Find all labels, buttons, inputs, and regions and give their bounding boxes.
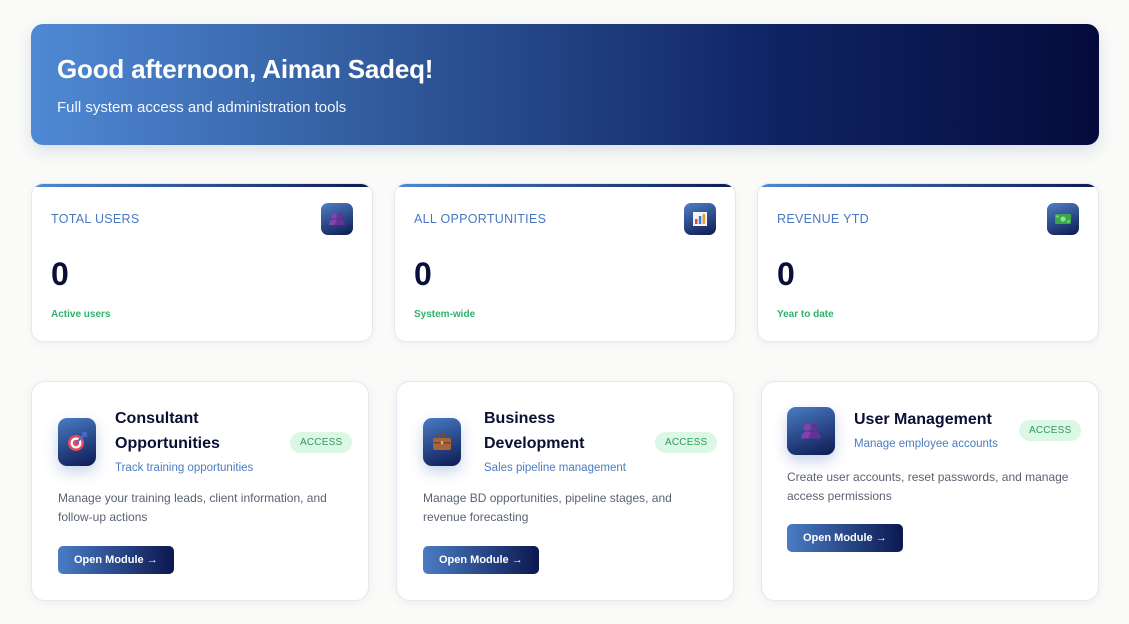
module-card-user-management: User Management ACCESS Manage employee a… — [761, 381, 1099, 601]
module-card-business-development: Business Development ACCESS Sales pipeli… — [396, 381, 734, 601]
briefcase-icon — [423, 418, 461, 466]
users-icon — [321, 203, 353, 235]
stat-value: 0 — [51, 256, 69, 292]
module-description-line: Manage BD opportunities, pipeline stages… — [423, 491, 672, 505]
stat-card-total-users: TOTAL USERS 0 Active users — [31, 183, 373, 342]
module-subtitle: Manage employee accounts — [854, 438, 998, 450]
module-description-line: Create user accounts, reset passwords, a… — [787, 470, 1069, 484]
money-icon — [1047, 203, 1079, 235]
module-description-line: revenue forecasting — [423, 510, 529, 524]
module-description: Manage your training leads, client infor… — [58, 489, 327, 527]
module-title: Consultant Opportunities — [115, 406, 220, 456]
module-description-line: access permissions — [787, 489, 892, 503]
stat-label: REVENUE YTD — [777, 212, 869, 226]
module-title: User Management — [854, 411, 992, 428]
stat-card-revenue-ytd: REVENUE YTD 0 Year to date — [757, 183, 1099, 342]
open-module-button[interactable]: Open Module → — [787, 524, 903, 552]
stat-note: System-wide — [414, 309, 476, 320]
open-module-button[interactable]: Open Module → — [423, 546, 539, 574]
access-badge: ACCESS — [655, 432, 718, 453]
module-title-line: Business — [484, 410, 556, 427]
stat-note: Active users — [51, 309, 111, 320]
welcome-subtitle: Full system access and administration to… — [57, 99, 347, 116]
module-description: Create user accounts, reset passwords, a… — [787, 468, 1068, 506]
module-title: Business Development — [484, 406, 584, 456]
stat-value: 0 — [777, 256, 795, 292]
module-title-line: Development — [484, 435, 585, 452]
welcome-title: Good afternoon, Aiman Sadeq! — [57, 54, 434, 84]
users-icon — [787, 407, 835, 455]
module-subtitle: Track training opportunities — [115, 462, 254, 474]
target-icon — [58, 418, 96, 466]
module-subtitle: Sales pipeline management — [484, 462, 626, 474]
module-description-line: follow-up actions — [58, 510, 148, 524]
stat-note: Year to date — [777, 309, 834, 320]
stat-card-all-opportunities: ALL OPPORTUNITIES 0 System-wide — [394, 183, 736, 342]
open-module-button[interactable]: Open Module → — [58, 546, 174, 574]
module-title-line: Opportunities — [115, 435, 220, 452]
stat-label: ALL OPPORTUNITIES — [414, 212, 547, 226]
module-description-line: Manage your training leads, client infor… — [58, 491, 327, 505]
access-badge: ACCESS — [1019, 420, 1082, 441]
stat-value: 0 — [414, 256, 432, 292]
welcome-banner: Good afternoon, Aiman Sadeq! Full system… — [31, 24, 1099, 145]
module-card-consultant-opportunities: Consultant Opportunities ACCESS Track tr… — [31, 381, 369, 601]
bar-chart-icon — [684, 203, 716, 235]
module-description: Manage BD opportunities, pipeline stages… — [423, 489, 672, 527]
access-badge: ACCESS — [290, 432, 353, 453]
module-title-line: Consultant — [115, 410, 199, 427]
stat-label: TOTAL USERS — [51, 212, 140, 226]
